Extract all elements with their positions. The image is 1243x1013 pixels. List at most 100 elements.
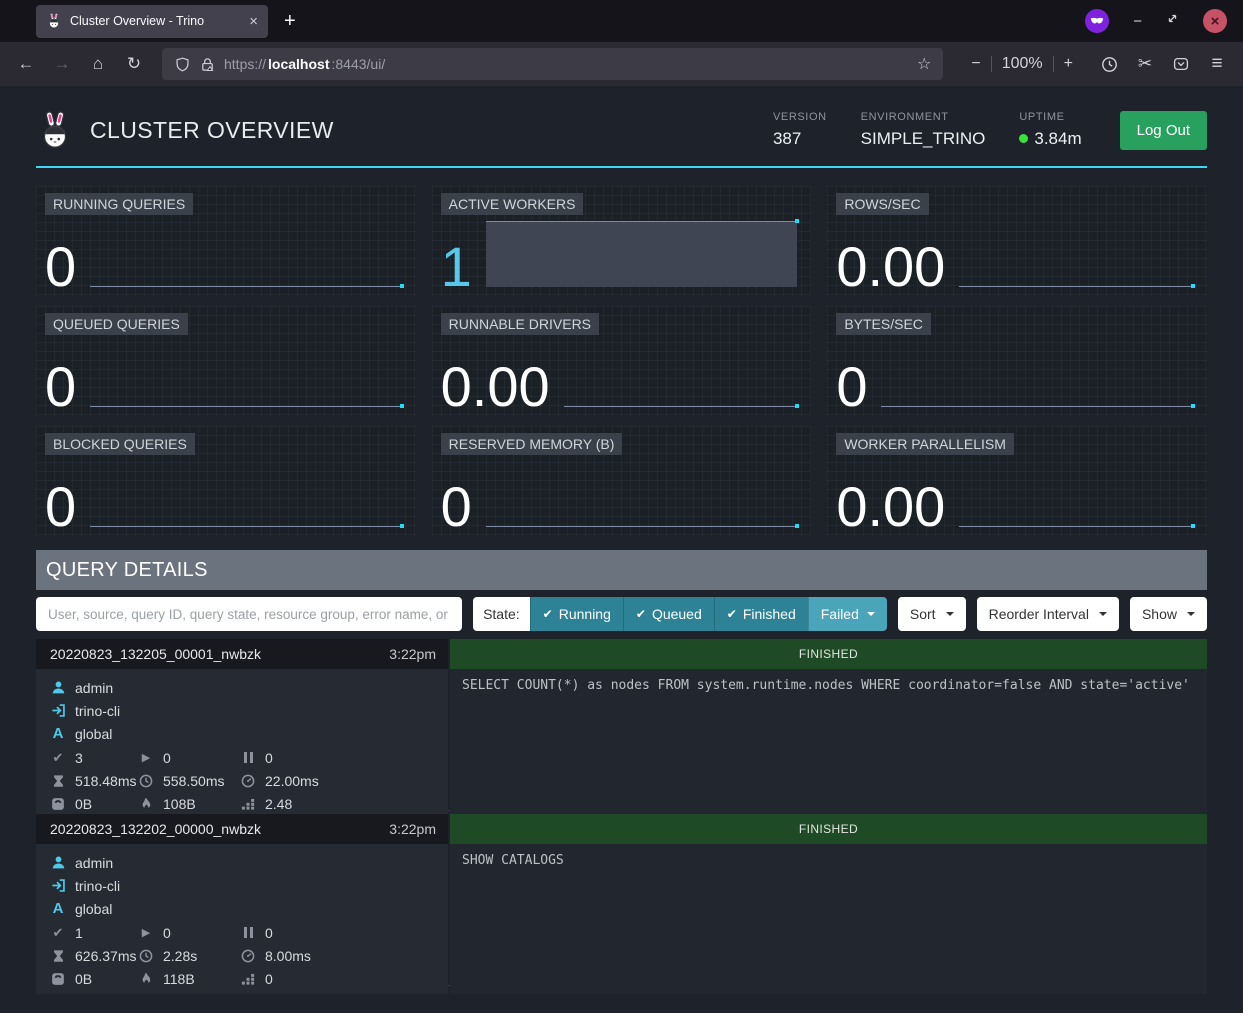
cpu-time-gauge-icon [240, 949, 256, 963]
query-search-input[interactable] [36, 597, 462, 631]
sparkline [959, 461, 1193, 527]
query-time: 3:22pm [389, 646, 436, 662]
browser-tab[interactable]: Cluster Overview - Trino × [36, 5, 268, 38]
window-controls: − × [1085, 9, 1231, 33]
trino-favicon-icon [46, 13, 62, 29]
show-dropdown[interactable]: Show [1130, 597, 1207, 631]
stat-card-blocked-queries: BLOCKED QUERIES 0 [36, 426, 416, 536]
query-source: trino-cli [75, 703, 120, 719]
zoom-out-icon[interactable]: − [961, 55, 990, 73]
stat-label: ROWS/SEC [836, 193, 928, 215]
chevron-down-icon [867, 612, 875, 616]
home-icon[interactable]: ⌂ [82, 49, 114, 79]
bookmark-star-icon[interactable]: ☆ [917, 54, 931, 74]
browser-titlebar: Cluster Overview - Trino × + − × [0, 0, 1243, 42]
reload-icon[interactable]: ↻ [118, 49, 150, 79]
peak-memory-fire-icon [138, 972, 154, 986]
stat-value: 0 [45, 244, 76, 290]
source-icon [50, 703, 66, 718]
running-splits-icon: ▶ [138, 751, 154, 764]
environment-metric: ENVIRONMENT SIMPLE_TRINO [861, 111, 986, 149]
query-sql-text: SHOW CATALOGS [462, 853, 1195, 868]
history-icon[interactable] [1093, 49, 1125, 79]
stat-value: 0 [45, 364, 76, 410]
state-filter-running[interactable]: ✔ Running [530, 597, 623, 631]
state-filter-queued[interactable]: ✔ Queued [623, 597, 714, 631]
stat-value: 0 [836, 364, 867, 410]
stat-card-bytes-sec: BYTES/SEC 0 [827, 306, 1207, 416]
logout-button[interactable]: Log Out [1120, 111, 1207, 150]
stat-card-running-queries: RUNNING QUERIES 0 [36, 186, 416, 296]
sparkline [564, 341, 798, 407]
elapsed-time-icon [138, 774, 154, 788]
source-icon [50, 878, 66, 893]
stat-label: RESERVED MEMORY (B) [441, 433, 623, 455]
uptime-value: 3.84m [1034, 129, 1081, 149]
stat-card-worker-parallelism: WORKER PARALLELISM 0.00 [827, 426, 1207, 536]
stat-value-link[interactable]: 1 [441, 244, 472, 290]
query-sql-text: SELECT COUNT(*) as nodes FROM system.run… [462, 678, 1195, 693]
new-tab-button[interactable]: + [284, 10, 296, 33]
sparkline [486, 221, 798, 287]
pocket-icon[interactable] [1165, 49, 1197, 79]
check-icon: ✔ [727, 607, 737, 621]
sort-dropdown[interactable]: Sort [898, 597, 966, 631]
state-filter-failed[interactable]: Failed [808, 597, 887, 631]
stat-label: WORKER PARALLELISM [836, 433, 1014, 455]
private-browsing-icon [1085, 9, 1109, 33]
close-window-button[interactable]: × [1203, 9, 1227, 33]
sparkline [486, 461, 798, 527]
current-memory-scale-icon [50, 972, 66, 986]
zoom-level[interactable]: 100% [992, 55, 1053, 73]
browser-toolbar: ← → ⌂ ↻ https:// localhost :8443/ui/ ☆ −… [0, 42, 1243, 86]
stat-value: 0 [441, 484, 472, 530]
minimize-button[interactable]: − [1133, 13, 1142, 30]
zoom-controls: − 100% + [961, 55, 1083, 73]
stat-value: 0.00 [836, 484, 945, 530]
stat-card-reserved-memory: RESERVED MEMORY (B) 0 [432, 426, 812, 536]
version-label: VERSION [773, 111, 827, 123]
query-filter-bar: State: ✔ Running ✔ Queued ✔ Finished Fai… [36, 597, 1207, 631]
query-id-link[interactable]: 20220823_132205_00001_nwbzk [50, 646, 389, 662]
trino-cluster-overview-page: CLUSTER OVERVIEW VERSION 387 ENVIRONMENT… [0, 86, 1243, 1013]
environment-value: SIMPLE_TRINO [861, 129, 986, 149]
stat-label: RUNNABLE DRIVERS [441, 313, 599, 335]
stat-label: BYTES/SEC [836, 313, 931, 335]
back-icon[interactable]: ← [10, 49, 42, 79]
cumulative-memory-icon [240, 972, 256, 986]
query-status-badge: FINISHED [450, 814, 1207, 844]
elapsed-time-icon [138, 949, 154, 963]
restore-button[interactable] [1166, 12, 1179, 30]
reorder-interval-dropdown[interactable]: Reorder Interval [977, 597, 1119, 631]
sparkline [90, 461, 402, 527]
uptime-status-dot [1019, 134, 1028, 143]
query-details-header: QUERY DETAILS [36, 550, 1207, 590]
chevron-down-icon [946, 612, 954, 616]
tab-close-icon[interactable]: × [249, 14, 258, 29]
chevron-down-icon [1187, 612, 1195, 616]
peak-memory-fire-icon [138, 797, 154, 811]
stat-card-queued-queries: QUEUED QUERIES 0 [36, 306, 416, 416]
version-value: 387 [773, 129, 827, 149]
url-host: localhost [268, 56, 329, 72]
shield-icon[interactable] [174, 57, 190, 72]
page-title: CLUSTER OVERVIEW [90, 117, 334, 144]
screenshot-scissors-icon[interactable]: ✂ [1129, 49, 1161, 79]
query-id-link[interactable]: 20220823_132202_00000_nwbzk [50, 821, 389, 837]
completed-splits-icon: ✔ [50, 925, 66, 941]
stat-card-runnable-drivers: RUNNABLE DRIVERS 0.00 [432, 306, 812, 416]
query-time: 3:22pm [389, 821, 436, 837]
zoom-in-icon[interactable]: + [1054, 55, 1083, 73]
version-metric: VERSION 387 [773, 111, 827, 149]
query-row: 20220823_132205_00001_nwbzk 3:22pm FINIS… [36, 639, 1207, 811]
queued-splits-icon [240, 927, 256, 938]
stat-label: BLOCKED QUERIES [45, 433, 195, 455]
lock-warning-icon[interactable] [199, 57, 215, 72]
state-filter-finished[interactable]: ✔ Finished [714, 597, 808, 631]
forward-icon[interactable]: → [46, 49, 78, 79]
running-splits-icon: ▶ [138, 926, 154, 939]
url-bar[interactable]: https:// localhost :8443/ui/ ☆ [162, 48, 943, 80]
uptime-label: UPTIME [1019, 111, 1081, 123]
menu-icon[interactable]: ≡ [1201, 49, 1233, 79]
sparkline [959, 221, 1193, 287]
